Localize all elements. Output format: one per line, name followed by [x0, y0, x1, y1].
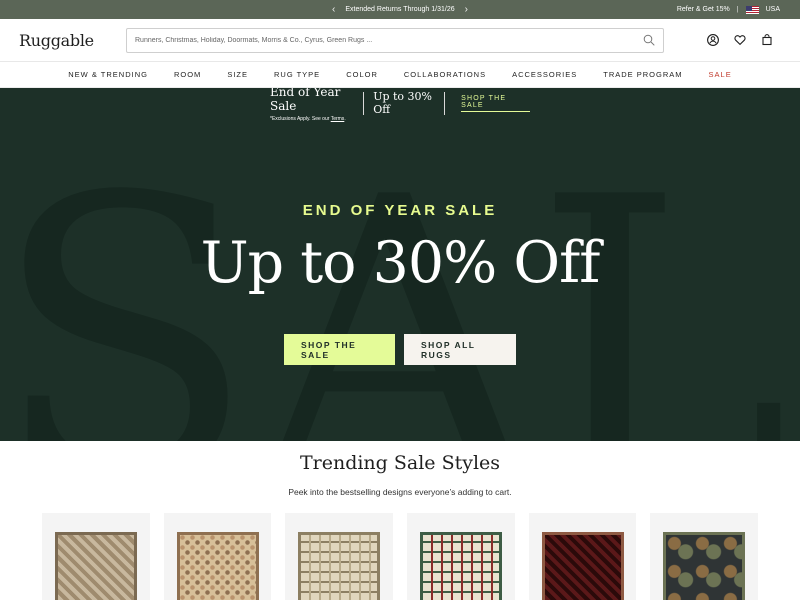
leopard-rug[interactable]	[176, 532, 259, 600]
trending-subtitle: Peek into the bestselling designs everyo…	[288, 487, 512, 497]
shop-all-rugs-button[interactable]: SHOP ALL RUGS	[404, 334, 516, 365]
nav-collaborations[interactable]: COLLABORATIONS	[404, 70, 486, 79]
announcement-text[interactable]: Extended Returns Through 1/31/26	[345, 6, 454, 13]
nav-accessories[interactable]: ACCESSORIES	[512, 70, 577, 79]
account-divider: |	[736, 6, 739, 13]
product-card[interactable]	[42, 513, 150, 600]
search-icon[interactable]	[643, 34, 655, 46]
nav-room[interactable]: ROOM	[174, 70, 201, 79]
main-navigation: NEW & TRENDING ROOM SIZE RUG TYPE COLOR …	[0, 62, 800, 88]
hero-banner[interactable]: SALE End of Year Sale *Exclusions Apply.…	[0, 88, 800, 441]
hero-eyebrow: END OF YEAR SALE	[302, 202, 498, 219]
nav-new-trending[interactable]: NEW & TRENDING	[68, 70, 148, 79]
floral-dark-rug[interactable]	[663, 532, 746, 600]
search-input[interactable]	[135, 36, 643, 44]
brand-logo[interactable]: Ruggable	[19, 31, 126, 50]
shop-sale-button[interactable]: SHOP THE SALE	[284, 334, 395, 365]
nav-size[interactable]: SIZE	[227, 70, 248, 79]
promo-strip: End of Year Sale *Exclusions Apply. See …	[270, 88, 530, 122]
promo-terms: *Exclusions Apply. See our Terms.	[270, 116, 362, 122]
promo-title: End of Year Sale	[270, 88, 341, 113]
product-card[interactable]	[163, 513, 272, 600]
terms-link[interactable]: Terms	[331, 116, 345, 122]
tan-medallion-rug[interactable]	[55, 532, 137, 600]
dark-red-rug[interactable]	[541, 532, 624, 600]
sale-background-text: SALE	[0, 116, 800, 442]
product-card[interactable]	[285, 513, 394, 600]
wishlist-icon[interactable]	[733, 33, 747, 47]
promo-shop-link[interactable]: SHOP THE SALE	[461, 95, 530, 112]
terms-suffix: .	[344, 115, 346, 122]
nav-trade-program[interactable]: TRADE PROGRAM	[603, 70, 682, 79]
product-card[interactable]	[650, 513, 759, 600]
promo-offer: Up to 30% Off	[373, 90, 433, 116]
trending-title: Trending Sale Styles	[299, 452, 501, 474]
next-announcement-button[interactable]: ›	[465, 4, 468, 15]
refer-link[interactable]: Refer & Get 15%	[677, 6, 730, 13]
product-card[interactable]	[407, 513, 515, 600]
nav-sale[interactable]: SALE	[709, 70, 732, 79]
product-card[interactable]	[528, 513, 637, 600]
red-plaid-rug[interactable]	[420, 532, 503, 600]
product-grid	[0, 497, 800, 600]
nav-rug-type[interactable]: RUG TYPE	[274, 70, 320, 79]
announcement-bar: ‹ Extended Returns Through 1/31/26 › Ref…	[0, 0, 800, 19]
hero-headline: Up to 30% Off	[200, 230, 601, 296]
trending-section: Trending Sale Styles Peek into the bests…	[0, 441, 800, 497]
country-selector[interactable]: USA	[766, 6, 780, 13]
plaid-beige-rug[interactable]	[298, 532, 381, 600]
terms-prefix: *Exclusions Apply. See our	[270, 115, 331, 122]
cart-icon[interactable]	[760, 33, 774, 47]
promo-divider	[363, 91, 365, 115]
nav-color[interactable]: COLOR	[346, 70, 378, 79]
site-header: Ruggable	[0, 19, 800, 62]
prev-announcement-button[interactable]: ‹	[332, 4, 335, 15]
account-icon[interactable]	[706, 33, 720, 47]
promo-divider-2	[444, 91, 446, 115]
us-flag-icon[interactable]	[745, 5, 759, 14]
search-box[interactable]	[126, 27, 664, 53]
